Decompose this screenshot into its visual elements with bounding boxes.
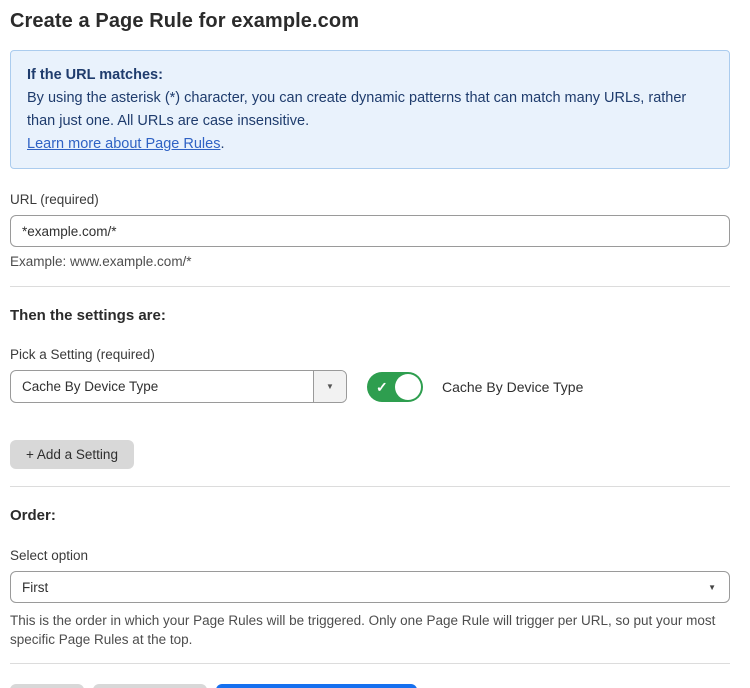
url-field-label: URL (required) — [10, 192, 730, 207]
info-box-body: By using the asterisk (*) character, you… — [27, 87, 699, 133]
pick-setting-label: Pick a Setting (required) — [10, 347, 730, 362]
learn-more-link[interactable]: Learn more about Page Rules — [27, 136, 220, 152]
order-select-value: First — [22, 580, 48, 595]
check-icon: ✓ — [376, 378, 388, 396]
order-helper-text: This is the order in which your Page Rul… — [10, 611, 726, 649]
save-as-draft-button[interactable]: Save as Draft — [93, 684, 207, 688]
url-input[interactable] — [10, 215, 730, 247]
setting-row: Cache By Device Type ▼ ✓ Cache By Device… — [10, 370, 730, 403]
toggle-knob — [395, 374, 421, 400]
add-setting-button[interactable]: + Add a Setting — [10, 440, 134, 469]
url-match-info-box: If the URL matches: By using the asteris… — [10, 50, 730, 169]
chevron-down-icon: ▼ — [326, 382, 334, 391]
link-period: . — [220, 136, 224, 152]
cache-by-device-type-toggle[interactable]: ✓ — [367, 372, 423, 402]
save-and-deploy-button[interactable]: Save and Deploy Page Rule — [216, 684, 418, 688]
divider — [10, 486, 730, 487]
order-section-heading: Order: — [10, 507, 730, 524]
divider — [10, 663, 730, 664]
settings-section-heading: Then the settings are: — [10, 307, 730, 324]
toggle-label: Cache By Device Type — [442, 379, 583, 395]
order-select[interactable]: First ▼ — [10, 571, 730, 603]
footer-actions: Cancel Save as Draft Save and Deploy Pag… — [10, 684, 730, 688]
chevron-down-icon: ▼ — [708, 583, 716, 592]
url-example-helper: Example: www.example.com/* — [10, 254, 730, 269]
setting-dropdown[interactable]: Cache By Device Type ▼ — [10, 370, 347, 403]
create-page-rule-panel: Create a Page Rule for example.com If th… — [0, 0, 750, 688]
select-option-label: Select option — [10, 548, 730, 563]
page-title: Create a Page Rule for example.com — [10, 10, 730, 33]
info-box-link-line: Learn more about Page Rules. — [27, 133, 713, 156]
setting-dropdown-value: Cache By Device Type — [11, 371, 313, 402]
info-box-heading: If the URL matches: — [27, 64, 713, 87]
cancel-button[interactable]: Cancel — [10, 684, 84, 688]
setting-dropdown-arrow-button[interactable]: ▼ — [313, 371, 346, 402]
divider — [10, 286, 730, 287]
